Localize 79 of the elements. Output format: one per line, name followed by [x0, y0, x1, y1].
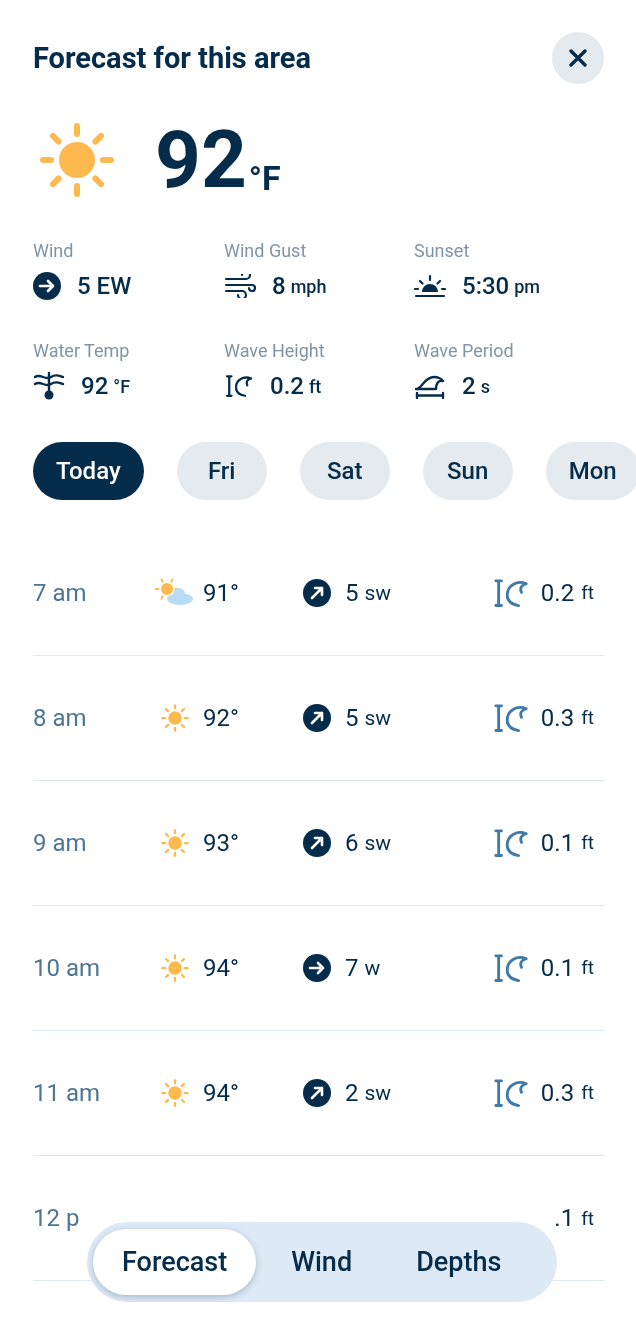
stat-unit: pm: [514, 275, 541, 297]
wind-direction: w: [364, 956, 381, 980]
hour-time: 9 am: [33, 829, 88, 857]
close-button[interactable]: [552, 32, 604, 84]
stat-value: 2: [462, 372, 476, 400]
hour-temperature: 94°: [203, 954, 239, 982]
panel-title: Forecast for this area: [33, 41, 311, 75]
day-tab[interactable]: Sun: [422, 442, 513, 500]
view-tab[interactable]: Forecast: [93, 1229, 257, 1295]
wave-height-icon: [491, 1077, 530, 1109]
stat-value: 5:30: [462, 272, 510, 300]
wave-height: .1: [554, 1204, 575, 1232]
hour-temperature: 93°: [203, 829, 239, 857]
wave-unit: ft: [581, 706, 594, 730]
sun-icon: [159, 828, 190, 858]
wave-unit: ft: [581, 1206, 594, 1230]
wind-direction: sw: [364, 581, 392, 605]
stat-label: Wave Period: [414, 340, 515, 361]
day-tab[interactable]: Today: [33, 442, 144, 500]
hour-time: 12 p: [33, 1204, 81, 1232]
wave-unit: ft: [581, 956, 594, 980]
stat-value: 5 EW: [77, 272, 132, 300]
hour-temperature: 91°: [203, 579, 239, 607]
hour-time: 8 am: [33, 704, 88, 732]
sun-icon: [37, 120, 117, 200]
day-tab[interactable]: Fri: [176, 442, 267, 500]
stat-label: Wind Gust: [224, 240, 308, 261]
wind-speed: 5: [345, 704, 359, 732]
wave-height: 0.1: [540, 829, 575, 857]
stat-unit: s: [480, 375, 490, 397]
stat-label: Water Temp: [33, 340, 131, 361]
stat-unit: mph: [290, 275, 327, 297]
day-tab[interactable]: Sat: [299, 442, 390, 500]
wave-period-icon: [414, 373, 446, 399]
stat-unit: °F: [113, 375, 131, 397]
stat-value: 0.2: [270, 372, 304, 400]
sun-icon: [159, 953, 190, 983]
sun-cloud-icon: [154, 578, 195, 608]
wind-direction: sw: [364, 831, 392, 855]
wind-direction: sw: [364, 1081, 392, 1105]
hour-temperature: 92°: [203, 704, 239, 732]
wave-height-icon: [491, 577, 530, 609]
wave-height-icon: [224, 374, 254, 398]
wind-speed: 7: [345, 954, 359, 982]
wave-height-icon: [491, 827, 530, 859]
wave-unit: ft: [581, 1081, 594, 1105]
wave-height-icon: [491, 702, 530, 734]
temperature-unit: °F: [248, 158, 281, 198]
wave-height: 0.3: [540, 704, 575, 732]
hour-time: 10 am: [33, 954, 102, 982]
stat-unit: ft: [308, 375, 322, 397]
wave-height: 0.1: [540, 954, 575, 982]
hour-time: 11 am: [33, 1079, 102, 1107]
wave-height: 0.2: [540, 579, 575, 607]
wind-speed: 5: [345, 579, 359, 607]
wave-height: 0.3: [540, 1079, 575, 1107]
stat-value: 8: [272, 272, 286, 300]
sun-icon: [159, 1078, 190, 1108]
wave-height-icon: [491, 952, 530, 984]
wind-speed: 2: [345, 1079, 359, 1107]
stat-label: Wave Height: [224, 340, 326, 361]
water-temperature-icon: [33, 371, 65, 401]
current-temperature: 92: [155, 120, 247, 200]
wave-unit: ft: [581, 831, 594, 855]
hour-time: 7 am: [33, 579, 88, 607]
wave-unit: ft: [581, 581, 594, 605]
sun-icon: [159, 703, 190, 733]
hour-temperature: 94°: [203, 1079, 239, 1107]
close-icon: [569, 49, 587, 67]
stat-label: Sunset: [414, 240, 471, 261]
view-tab[interactable]: Depths: [387, 1229, 531, 1295]
stat-value: 92: [81, 372, 109, 400]
wind-speed: 6: [345, 829, 359, 857]
stat-label: Wind: [33, 240, 75, 261]
wind-icon: [224, 274, 256, 298]
view-tab[interactable]: Wind: [262, 1229, 382, 1295]
wind-direction: sw: [364, 706, 392, 730]
sunset-icon: [414, 274, 446, 298]
day-tab[interactable]: Mon: [545, 442, 636, 500]
